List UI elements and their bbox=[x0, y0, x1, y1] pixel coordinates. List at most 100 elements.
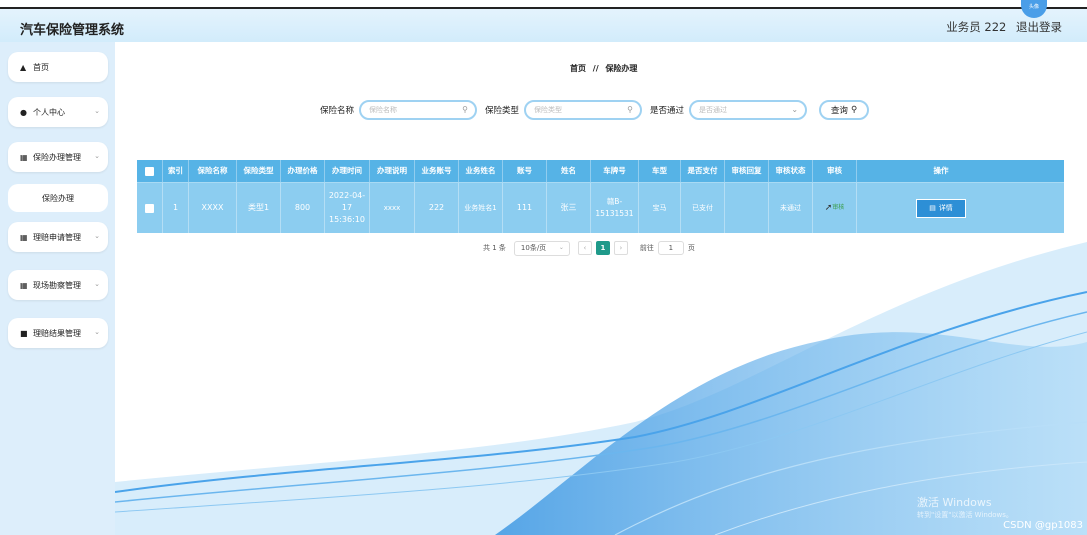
goto-page: 前往 1 页 bbox=[640, 241, 695, 255]
page-size-select[interactable]: 10条/页 ⌄ bbox=[513, 240, 570, 256]
user-icon: ● bbox=[20, 107, 27, 117]
chevron-down-icon: ⌄ bbox=[94, 232, 100, 240]
app-title: 汽车保险管理系统 bbox=[20, 23, 125, 38]
sidebar-subitem-insurance-handle[interactable]: 保险办理 bbox=[8, 184, 108, 212]
grid-icon: ▦ bbox=[20, 152, 28, 162]
page-unit: 页 bbox=[687, 244, 695, 252]
grid-icon: ▦ bbox=[20, 280, 28, 290]
sidebar-item-claims[interactable]: ▦ 理赔申请管理 ⌄ bbox=[8, 222, 108, 252]
sidebar-item-insurance[interactable]: ▦ 保险办理管理 ⌄ bbox=[8, 142, 108, 172]
operation-cell: ▤ 详情 bbox=[857, 183, 1025, 233]
cursor-icon: ➚ bbox=[824, 203, 833, 213]
next-page-button[interactable]: › bbox=[613, 241, 628, 255]
cell-model: 宝马 bbox=[639, 183, 681, 233]
column-header[interactable]: 办理说明 bbox=[370, 160, 415, 182]
row-checkbox[interactable] bbox=[137, 183, 163, 233]
chevron-down-icon: ⌄ bbox=[94, 280, 100, 288]
cell-time: 2022-04-17 15:36:10 bbox=[325, 183, 370, 233]
sidebar-item-home[interactable]: ▲ 首页 bbox=[8, 52, 108, 82]
chevron-down-icon: ⌄ bbox=[94, 107, 100, 115]
column-header[interactable]: 办理时间 bbox=[325, 160, 370, 182]
logout-link[interactable]: 退出登录 bbox=[1016, 20, 1062, 34]
column-header[interactable]: 业务账号 bbox=[415, 160, 459, 182]
pass-status-label: 是否通过 bbox=[650, 106, 685, 116]
chevron-down-icon: ⌄ bbox=[791, 105, 799, 114]
cell-paid: 已支付 bbox=[681, 183, 725, 233]
select-all-checkbox[interactable] bbox=[137, 160, 163, 182]
user-info: 业务员 222 退出登录 bbox=[940, 19, 1062, 35]
cell-reply bbox=[725, 183, 769, 233]
audit-action[interactable]: ➚ 审核 bbox=[813, 183, 857, 233]
sidebar: ▲ 首页 ● 个人中心 ⌄ ▦ 保险办理管理 ⌄ 保险办理 ▦ 理赔申请管理 ⌄… bbox=[0, 42, 115, 535]
cell-biz-account: 222 bbox=[415, 183, 459, 233]
breadcrumb-separator: // bbox=[592, 64, 599, 73]
column-header[interactable]: 账号 bbox=[503, 160, 547, 182]
search-icon: ⚲ bbox=[627, 105, 634, 114]
query-button[interactable]: 查询 ⚲ bbox=[819, 100, 870, 120]
total-count: 共 1 条 bbox=[483, 244, 506, 252]
column-header[interactable]: 是否支付 bbox=[681, 160, 725, 182]
sidebar-item-label: 理赔结果管理 bbox=[33, 328, 81, 338]
sidebar-item-profile[interactable]: ● 个人中心 ⌄ bbox=[8, 97, 108, 127]
column-header[interactable]: 车牌号 bbox=[591, 160, 639, 182]
top-bar: 汽车保险管理系统 头像 业务员 222 退出登录 bbox=[0, 0, 1087, 42]
column-header[interactable]: 审核 bbox=[813, 160, 857, 182]
cell-note: xxxx bbox=[370, 183, 415, 233]
windows-activation-title: 激活 Windows bbox=[917, 496, 992, 509]
breadcrumb-home[interactable]: 首页 bbox=[570, 64, 586, 73]
pagination: 共 1 条 10条/页 ⌄ ‹ 1 › 前往 1 页 bbox=[483, 240, 703, 256]
breadcrumb-current: 保险办理 bbox=[605, 64, 638, 73]
column-header[interactable]: 审核回复 bbox=[725, 160, 769, 182]
cell-type: 类型1 bbox=[237, 183, 281, 233]
user-role: 业务员 222 bbox=[946, 20, 1007, 34]
cell-price: 800 bbox=[281, 183, 325, 233]
detail-button[interactable]: ▤ 详情 bbox=[916, 198, 966, 218]
sidebar-item-label: 现场勘察管理 bbox=[33, 280, 81, 290]
main-content: 首页 // 保险办理 保险名称 保险名称 ⚲ 保险类型 保险类型 ⚲ 是否通过 … bbox=[115, 42, 1087, 535]
cell-account: 111 bbox=[503, 183, 547, 233]
prev-page-button[interactable]: ‹ bbox=[577, 241, 592, 255]
insurance-type-input[interactable]: 保险类型 ⚲ bbox=[524, 100, 643, 120]
sidebar-item-survey[interactable]: ▦ 现场勘察管理 ⌄ bbox=[8, 270, 108, 300]
table-icon: ▦ bbox=[20, 232, 28, 242]
windows-activation-hint: 转到"设置"以激活 Windows。 bbox=[917, 511, 1013, 519]
column-header[interactable]: 姓名 bbox=[547, 160, 591, 182]
sidebar-item-label: 首页 bbox=[33, 62, 49, 72]
chevron-down-icon: ⌄ bbox=[94, 152, 100, 160]
column-header[interactable]: 保险名称 bbox=[189, 160, 237, 182]
folder-icon: ■ bbox=[20, 328, 28, 338]
cell-status: 未通过 bbox=[769, 183, 813, 233]
document-icon: ▤ bbox=[929, 204, 936, 212]
cell-plate: 赣B-15131531 bbox=[591, 183, 639, 233]
breadcrumb: 首页 // 保险办理 bbox=[570, 63, 637, 74]
audit-link[interactable]: 审核 bbox=[832, 202, 844, 214]
search-icon: ⚲ bbox=[462, 105, 469, 114]
goto-page-input[interactable]: 1 bbox=[657, 241, 684, 255]
column-header[interactable]: 保险类型 bbox=[237, 160, 281, 182]
column-header[interactable]: 业务姓名 bbox=[459, 160, 503, 182]
pass-status-select[interactable]: 是否通过 ⌄ bbox=[689, 100, 808, 120]
column-header[interactable]: 索引 bbox=[163, 160, 189, 182]
cell-person: 张三 bbox=[547, 183, 591, 233]
table-row: 1 XXXX 类型1 800 2022-04-17 15:36:10 xxxx … bbox=[137, 182, 1064, 233]
column-header[interactable]: 办理价格 bbox=[281, 160, 325, 182]
search-bar: 保险名称 保险名称 ⚲ 保险类型 保险类型 ⚲ 是否通过 是否通过 ⌄ 查询 ⚲ bbox=[320, 100, 870, 120]
insurance-name-label: 保险名称 bbox=[320, 106, 355, 116]
column-header: 操作 bbox=[933, 166, 949, 175]
chevron-down-icon: ⌄ bbox=[94, 328, 100, 336]
column-header[interactable]: 车型 bbox=[639, 160, 681, 182]
insurance-type-label: 保险类型 bbox=[485, 106, 520, 116]
insurance-table: 索引 保险名称 保险类型 办理价格 办理时间 办理说明 业务账号 业务姓名 账号… bbox=[137, 160, 1064, 233]
sidebar-item-label: 个人中心 bbox=[33, 107, 65, 117]
sidebar-item-label: 保险办理管理 bbox=[33, 152, 81, 162]
cell-name: XXXX bbox=[189, 183, 237, 233]
chevron-down-icon: ⌄ bbox=[558, 243, 564, 251]
avatar[interactable]: 头像 bbox=[1021, 0, 1047, 18]
page-controls: ‹ 1 › bbox=[577, 241, 632, 255]
sidebar-item-results[interactable]: ■ 理赔结果管理 ⌄ bbox=[8, 318, 108, 348]
insurance-name-input[interactable]: 保险名称 ⚲ bbox=[359, 100, 478, 120]
table-header: 索引 保险名称 保险类型 办理价格 办理时间 办理说明 业务账号 业务姓名 账号… bbox=[137, 160, 1064, 182]
page-number-current[interactable]: 1 bbox=[595, 241, 610, 255]
column-header[interactable]: 审核状态 bbox=[769, 160, 813, 182]
sidebar-item-label: 理赔申请管理 bbox=[33, 232, 81, 242]
